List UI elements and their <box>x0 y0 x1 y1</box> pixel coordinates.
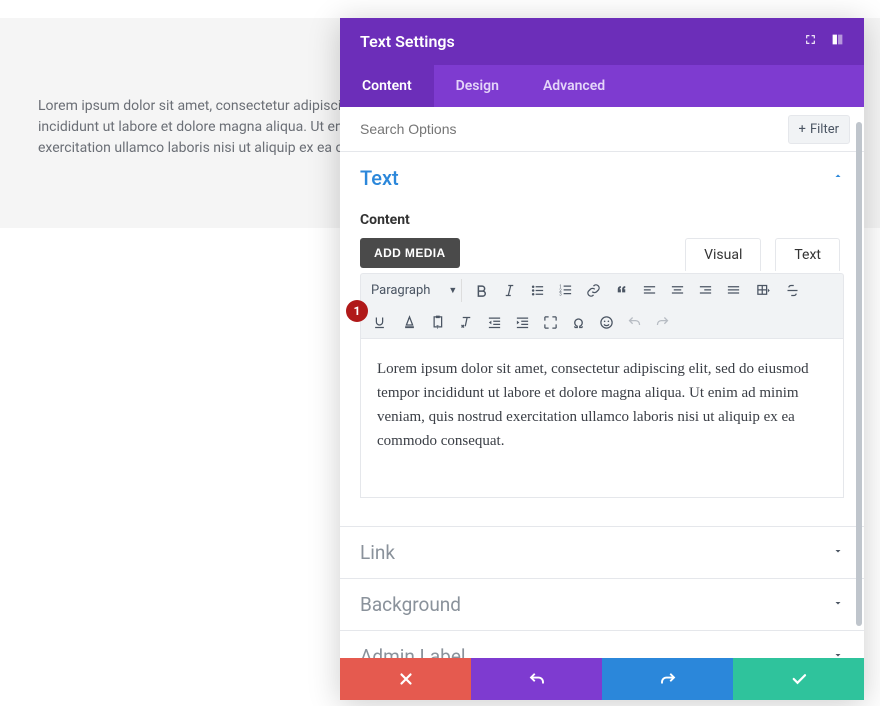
modal-body: Text Content ADD MEDIA Visual Text Parag… <box>340 152 864 658</box>
tab-design[interactable]: Design <box>434 65 521 107</box>
editor-textarea[interactable]: Lorem ipsum dolor sit amet, consectetur … <box>360 339 844 498</box>
filter-button[interactable]: + Filter <box>788 115 850 144</box>
cancel-button[interactable] <box>340 658 471 700</box>
modal-header: Text Settings <box>340 18 864 65</box>
section-text-header[interactable]: Text <box>340 152 864 204</box>
paste-text-icon[interactable]: T <box>426 310 451 334</box>
section-background-header[interactable]: Background <box>340 579 864 630</box>
plus-icon: + <box>799 122 806 137</box>
link-icon[interactable] <box>581 278 606 302</box>
filter-label: Filter <box>810 122 839 137</box>
modal-title: Text Settings <box>360 32 455 51</box>
section-admin-label-title: Admin Label <box>360 645 466 658</box>
scrollbar[interactable] <box>856 122 862 626</box>
modal-tabs: Content Design Advanced <box>340 65 864 107</box>
section-link-title: Link <box>360 541 395 564</box>
fullscreen-icon[interactable] <box>538 310 563 334</box>
indent-icon[interactable] <box>510 310 535 334</box>
undo-icon[interactable] <box>622 310 647 334</box>
section-link-header[interactable]: Link <box>340 527 864 578</box>
section-background-title: Background <box>360 593 461 616</box>
tab-content[interactable]: Content <box>340 65 434 107</box>
chevron-down-icon <box>832 545 844 561</box>
modal-footer <box>340 658 864 700</box>
section-admin-label-header[interactable]: Admin Label <box>340 631 864 658</box>
table-icon[interactable] <box>749 278 777 302</box>
bullet-list-icon[interactable] <box>525 278 550 302</box>
modal-header-controls <box>804 33 844 50</box>
editor-tab-visual[interactable]: Visual <box>685 238 761 271</box>
format-select[interactable]: Paragraph ▼ <box>367 279 462 302</box>
section-text-title: Text <box>360 166 399 190</box>
undo-action-button[interactable] <box>471 658 602 700</box>
snap-icon[interactable] <box>831 33 844 50</box>
content-label: Content <box>360 212 844 228</box>
numbered-list-icon[interactable]: 123 <box>553 278 578 302</box>
editor-toolbar: Paragraph ▼ 123 T <box>360 273 844 339</box>
bold-icon[interactable] <box>469 278 494 302</box>
expand-icon[interactable] <box>804 33 817 50</box>
search-options-input[interactable] <box>340 107 788 151</box>
chevron-down-icon <box>832 597 844 613</box>
svg-text:3: 3 <box>560 292 563 297</box>
tab-advanced[interactable]: Advanced <box>521 65 627 107</box>
chevron-up-icon <box>832 170 844 186</box>
text-color-icon[interactable] <box>395 310 423 334</box>
redo-icon[interactable] <box>650 310 675 334</box>
outdent-icon[interactable] <box>482 310 507 334</box>
section-text-body: Content ADD MEDIA Visual Text Paragraph … <box>340 204 864 526</box>
align-right-icon[interactable] <box>693 278 718 302</box>
align-left-icon[interactable] <box>637 278 662 302</box>
text-settings-modal: Text Settings Content Design Advanced + … <box>340 18 864 700</box>
italic-icon[interactable] <box>497 278 522 302</box>
align-center-icon[interactable] <box>665 278 690 302</box>
caret-down-icon: ▼ <box>448 285 457 296</box>
blockquote-icon[interactable] <box>609 278 634 302</box>
format-select-label: Paragraph <box>371 283 430 298</box>
emoji-icon[interactable] <box>594 310 619 334</box>
confirm-button[interactable] <box>733 658 864 700</box>
chevron-down-icon <box>832 649 844 659</box>
align-justify-icon[interactable] <box>721 278 746 302</box>
editor-tab-text[interactable]: Text <box>775 238 840 271</box>
underline-icon[interactable] <box>367 310 392 334</box>
add-media-button[interactable]: ADD MEDIA <box>360 238 460 268</box>
redo-action-button[interactable] <box>602 658 733 700</box>
callout-badge-1: 1 <box>346 300 368 322</box>
strikethrough-icon[interactable] <box>780 278 805 302</box>
search-row: + Filter <box>340 107 864 152</box>
special-char-icon[interactable] <box>566 310 591 334</box>
clear-formatting-icon[interactable] <box>454 310 479 334</box>
